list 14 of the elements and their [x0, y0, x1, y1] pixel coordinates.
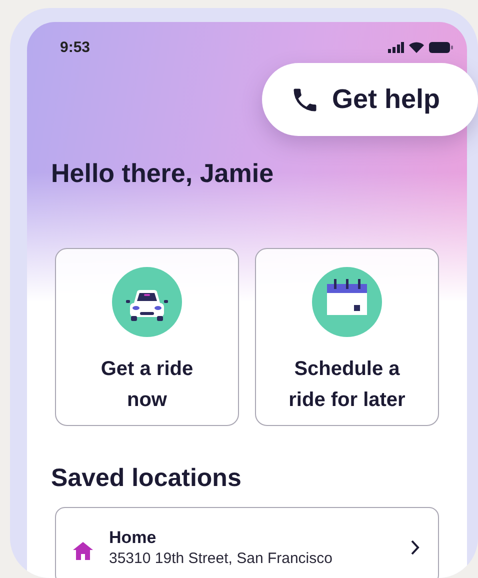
section-heading: Saved locations — [50, 463, 242, 493]
saved-location-item[interactable]: Home 35310 19th Street, San Francisco — [55, 507, 439, 578]
calendar-icon — [312, 267, 382, 337]
action-card[interactable]: Schedule a ride for later — [255, 248, 439, 426]
battery-icon — [429, 42, 453, 52]
wifi-icon — [409, 42, 424, 52]
car-icon — [112, 267, 182, 337]
greeting-heading: Hello there, Jamie — [51, 158, 274, 188]
chevron-right-icon — [411, 540, 420, 555]
get-help-button[interactable]: Get help — [262, 63, 478, 136]
house-icon — [73, 542, 93, 560]
status-time: 9:53 — [60, 38, 90, 56]
signal-icon — [388, 42, 404, 52]
action-card[interactable]: Get a ride now — [55, 248, 239, 426]
